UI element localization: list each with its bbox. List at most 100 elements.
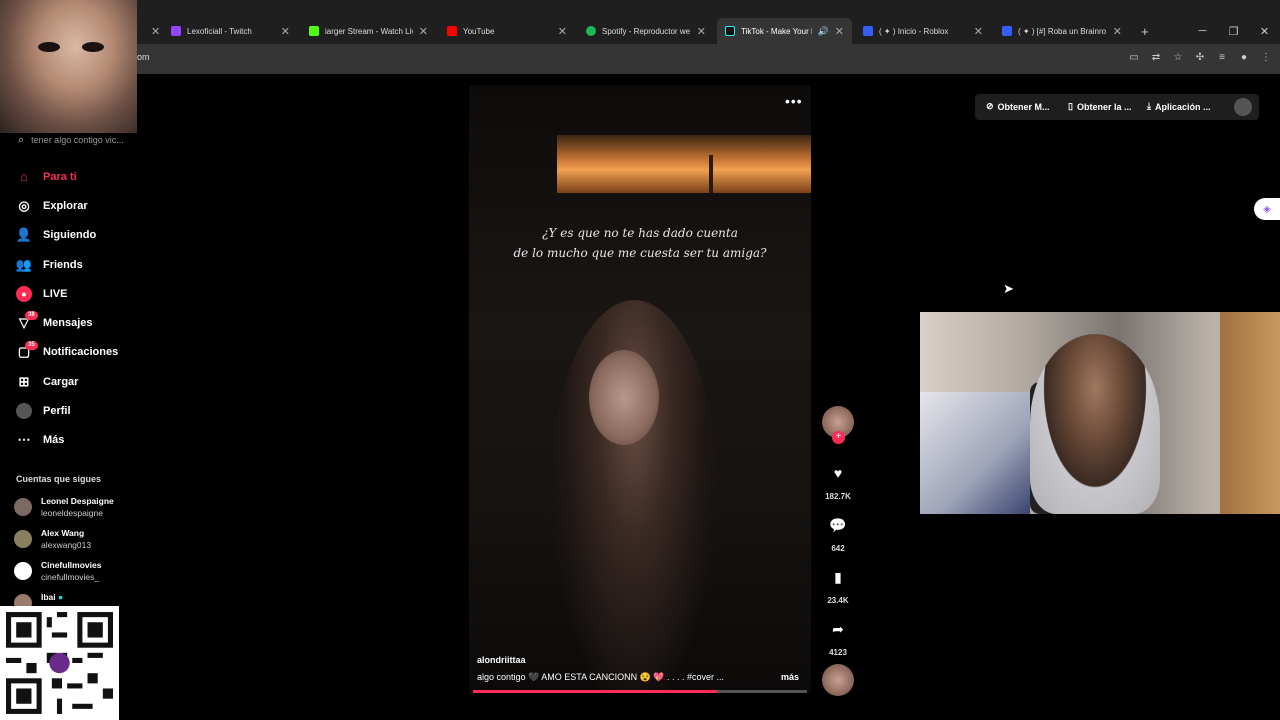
account-name: Alex Wang (41, 528, 85, 538)
media-control-icon[interactable]: ≡ (1216, 51, 1228, 63)
tab-title: ( ✦ ) [#] Roba un Brainro (1018, 26, 1107, 36)
share-button[interactable]: ➦ 4123 (822, 613, 854, 658)
search-input[interactable]: tener algo contigo vic... (31, 135, 124, 145)
tab-close-icon[interactable]: ✕ (558, 25, 567, 38)
video-caption: ¿Y es que no te has dado cuenta de lo mu… (469, 223, 811, 263)
sidebar-item-perfil[interactable]: Perfil (16, 396, 118, 425)
sidebar-item-explorar[interactable]: ◎ Explorar (16, 191, 118, 220)
following-account[interactable]: Cinefullmovies cinefullmovies_ (14, 559, 101, 583)
tab-close-icon[interactable]: ✕ (151, 25, 160, 38)
cast-icon[interactable]: ▭ (1128, 51, 1140, 63)
extensions-icon[interactable]: ✣ (1194, 51, 1206, 63)
sidebar-item-siguiendo[interactable]: 👤 Siguiendo (16, 221, 118, 250)
account-handle: leoneldespaigne (41, 508, 103, 518)
get-app-button[interactable]: ▯ Obtener la ... (1068, 101, 1131, 112)
sidebar-item-friends[interactable]: 👥 Friends (16, 250, 118, 279)
webcam-bed (920, 392, 1030, 514)
video-player[interactable]: ¿Y es que no te has dado cuenta de lo mu… (469, 85, 811, 693)
download-icon: ⤓ (1147, 101, 1151, 111)
following-account[interactable]: Leonel Despaigne leoneldespaigne (14, 495, 114, 519)
comment-button[interactable]: 💬 642 (822, 509, 854, 554)
tab-title: YouTube (463, 26, 495, 36)
youtube-icon (447, 26, 457, 36)
download-app-label: Aplicación ... (1154, 101, 1211, 112)
get-app-label: Obtener la ... (1076, 101, 1132, 112)
browser-tab-roblox-game[interactable]: ( ✦ ) [#] Roba un Brainro ✕ (994, 18, 1130, 44)
like-button[interactable]: ♥ 182.7K (822, 457, 854, 501)
browser-tab-roblox[interactable]: ( ✦ ) Inicio - Roblox ✕ (855, 18, 991, 44)
minimize-icon[interactable]: ─ (1187, 25, 1218, 37)
spotify-icon (586, 26, 596, 36)
more-button[interactable]: más (781, 672, 799, 682)
webcam-door (1220, 312, 1280, 514)
webcam-eye (82, 42, 104, 52)
tab-close-icon[interactable]: ✕ (281, 25, 290, 38)
browser-tab-bar: ✕ Lexoficiall - Twitch ✕ iarger Stream -… (0, 0, 1280, 44)
sidebar-item-notificaciones[interactable]: ▢ 35 Notificaciones (16, 338, 118, 367)
video-progress-fill (473, 690, 717, 693)
search-bar[interactable]: ⌕ tener algo contigo vic... (12, 128, 148, 152)
tab-title: TikTok - Make Your D (741, 26, 812, 36)
qr-code-icon (6, 612, 113, 714)
sound-avatar[interactable] (822, 664, 854, 696)
video-author[interactable]: alondriittaa (477, 655, 526, 665)
friends-icon: 👥 (15, 256, 33, 272)
following-account[interactable]: Alex Wang alexwang013 (14, 527, 91, 551)
user-avatar[interactable] (1234, 98, 1252, 116)
video-description: algo contigo 🖤 AMO ESTA CANCIONN 😵 💖 . .… (477, 672, 725, 682)
new-tab-button[interactable]: + (1133, 18, 1157, 44)
sidebar-item-mas[interactable]: ⋯ Más (16, 426, 118, 455)
save-button[interactable]: ▮ 23.4K (822, 561, 854, 606)
close-window-icon[interactable]: ✕ (1249, 25, 1280, 38)
caption-line: de lo mucho que me cuesta ser tu amiga? (513, 246, 767, 260)
tab-close-icon[interactable]: ✕ (697, 25, 706, 38)
bookmark-star-icon[interactable]: ☆ (1172, 51, 1184, 63)
user-follow-icon: 👤 (15, 227, 33, 243)
account-name: Ibai ● (41, 591, 63, 603)
translate-icon[interactable]: ⇄ (1150, 51, 1162, 63)
sidebar-nav: ⌂ Para ti ◎ Explorar 👤 Siguiendo 👥 Frien… (16, 162, 118, 455)
tab-close-icon[interactable]: ✕ (1113, 25, 1122, 38)
browser-tab-kick[interactable]: iarger Stream - Watch Liv ✕ (301, 18, 436, 44)
browser-tab-tiktok[interactable]: TikTok - Make Your D 🔊 ✕ (717, 18, 852, 44)
tab-close-icon[interactable]: ✕ (974, 25, 983, 38)
tab-close-icon[interactable]: ✕ (419, 25, 428, 38)
tab-close-icon[interactable]: ✕ (835, 25, 844, 38)
sidebar-item-para-ti[interactable]: ⌂ Para ti (16, 162, 118, 191)
video-progress-bar[interactable] (473, 690, 807, 693)
url-field[interactable]: om (137, 52, 150, 62)
download-app-button[interactable]: ⤓ Aplicación ... (1147, 101, 1211, 112)
twitch-icon (171, 26, 181, 36)
notifications-badge: 35 (25, 340, 38, 350)
account-handle: cinefullmovies_ (41, 572, 100, 582)
roblox-icon (1002, 26, 1012, 36)
extension-side-tab-icon[interactable]: ◈ (1254, 198, 1280, 220)
qr-code-overlay (0, 606, 119, 720)
browser-tab-youtube[interactable]: YouTube ✕ (439, 18, 575, 44)
account-name-text: Ibai (41, 592, 56, 602)
kick-icon (309, 26, 319, 36)
restore-icon[interactable]: ❐ (1218, 25, 1249, 38)
video-options-icon[interactable]: ••• (785, 93, 803, 109)
sidebar-item-cargar[interactable]: ⊞ Cargar (16, 367, 118, 396)
browser-tab-0[interactable]: ✕ (137, 18, 160, 44)
compass-icon: ◎ (18, 197, 30, 213)
profile-icon[interactable]: ● (1238, 51, 1250, 63)
sidebar-item-label: Mensajes (43, 317, 93, 330)
coins-icon: ⊘ (986, 101, 994, 111)
get-coins-button[interactable]: ⊘ Obtener M... (986, 101, 1050, 112)
audio-icon[interactable]: 🔊 (818, 26, 829, 37)
browser-tab-spotify[interactable]: Spotify - Reproductor we ✕ (578, 18, 714, 44)
window-controls: ─ ❐ ✕ (1187, 18, 1280, 44)
tab-title: iarger Stream - Watch Liv (325, 26, 413, 36)
sidebar-item-label: Friends (43, 258, 83, 271)
share-count: 4123 (829, 648, 847, 657)
menu-kebab-icon[interactable]: ⋮ (1260, 51, 1272, 63)
sidebar-item-mensajes[interactable]: ▽ 38 Mensajes (16, 308, 118, 337)
browser-tab-twitch[interactable]: Lexoficiall - Twitch ✕ (163, 18, 298, 44)
follow-plus-icon[interactable]: + (832, 431, 845, 444)
sidebar-item-live[interactable]: ● LIVE (16, 279, 118, 308)
verified-icon: ● (58, 592, 64, 602)
sidebar-item-label: Notificaciones (43, 346, 119, 359)
webcam-overlay-right (920, 312, 1280, 514)
